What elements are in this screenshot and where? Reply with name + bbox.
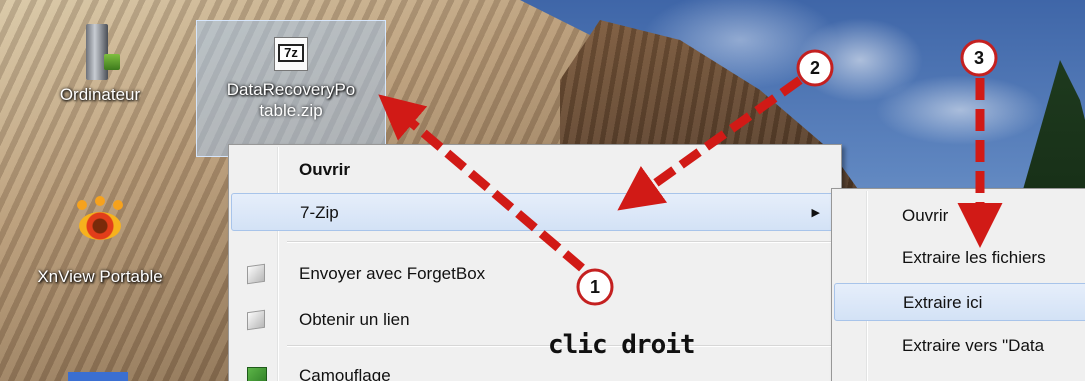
forgetbox-cube-icon — [247, 309, 265, 331]
menu-item-label: Extraire les fichiers — [902, 248, 1046, 267]
svg-text:2: 2 — [810, 58, 820, 78]
desktop-icon-label: DataRecoveryPo — [226, 80, 356, 99]
desktop-icon-computer[interactable]: Ordinateur — [35, 22, 165, 106]
menu-item-open[interactable]: Ouvrir — [231, 151, 839, 189]
submenu-item-extract-to[interactable]: Extraire vers "Data — [834, 327, 1085, 365]
step-badge-2: 2 — [796, 49, 834, 87]
menu-item-label: Envoyer avec ForgetBox — [299, 264, 486, 283]
menu-item-camouflage[interactable]: Camouflage — [231, 357, 839, 381]
submenu-item-open[interactable]: Ouvrir — [834, 197, 1085, 235]
desktop-icon-zip-file[interactable]: 7z DataRecoveryPo table.zip — [196, 20, 386, 157]
menu-item-7zip[interactable]: 7-Zip ▶ — [231, 193, 839, 231]
desktop-icon-label-line2: table.zip — [259, 101, 323, 120]
step-badge-3: 3 — [960, 39, 998, 77]
menu-item-label: Ouvrir — [299, 160, 351, 179]
menu-separator — [287, 241, 837, 243]
forgetbox-cube-icon — [247, 263, 265, 285]
submenu-7zip: Ouvrir Extraire les fichiers Extraire ic… — [831, 188, 1085, 381]
menu-item-label: Extraire vers "Data — [902, 336, 1045, 355]
context-menu: Ouvrir 7-Zip ▶ Envoyer avec ForgetBox Ob… — [228, 144, 842, 381]
menu-item-send-forgetbox[interactable]: Envoyer avec ForgetBox — [231, 255, 839, 293]
submenu-item-extract-here[interactable]: Extraire ici — [834, 283, 1085, 321]
desktop-icon-xnview[interactable]: XnView Portable — [10, 196, 190, 288]
menu-item-get-link[interactable]: Obtenir un lien — [231, 301, 839, 339]
desktop-icon-label: Ordinateur — [59, 85, 141, 104]
menu-item-label: Camouflage — [299, 366, 391, 381]
computer-icon — [82, 22, 120, 84]
xnview-eye-icon — [73, 196, 127, 252]
menu-item-label: 7-Zip — [300, 203, 339, 222]
submenu-item-extract-files[interactable]: Extraire les fichiers — [834, 239, 1085, 277]
right-click-caption: clic droit — [548, 330, 696, 360]
menu-item-label: Extraire ici — [903, 293, 983, 312]
desktop-icon-label: XnView Portable — [37, 267, 163, 286]
camouflage-icon — [247, 367, 267, 381]
7z-archive-icon: 7z — [274, 37, 308, 71]
svg-text:3: 3 — [974, 48, 984, 68]
menu-item-label: Obtenir un lien — [299, 310, 410, 329]
7z-logo-text: 7z — [278, 44, 304, 62]
partial-desktop-icon[interactable] — [68, 372, 128, 381]
desktop-background: Ordinateur 7z DataRecoveryPo table.zip X… — [0, 0, 1085, 381]
submenu-arrow-icon: ▶ — [811, 207, 820, 219]
menu-item-label: Ouvrir — [902, 206, 949, 225]
